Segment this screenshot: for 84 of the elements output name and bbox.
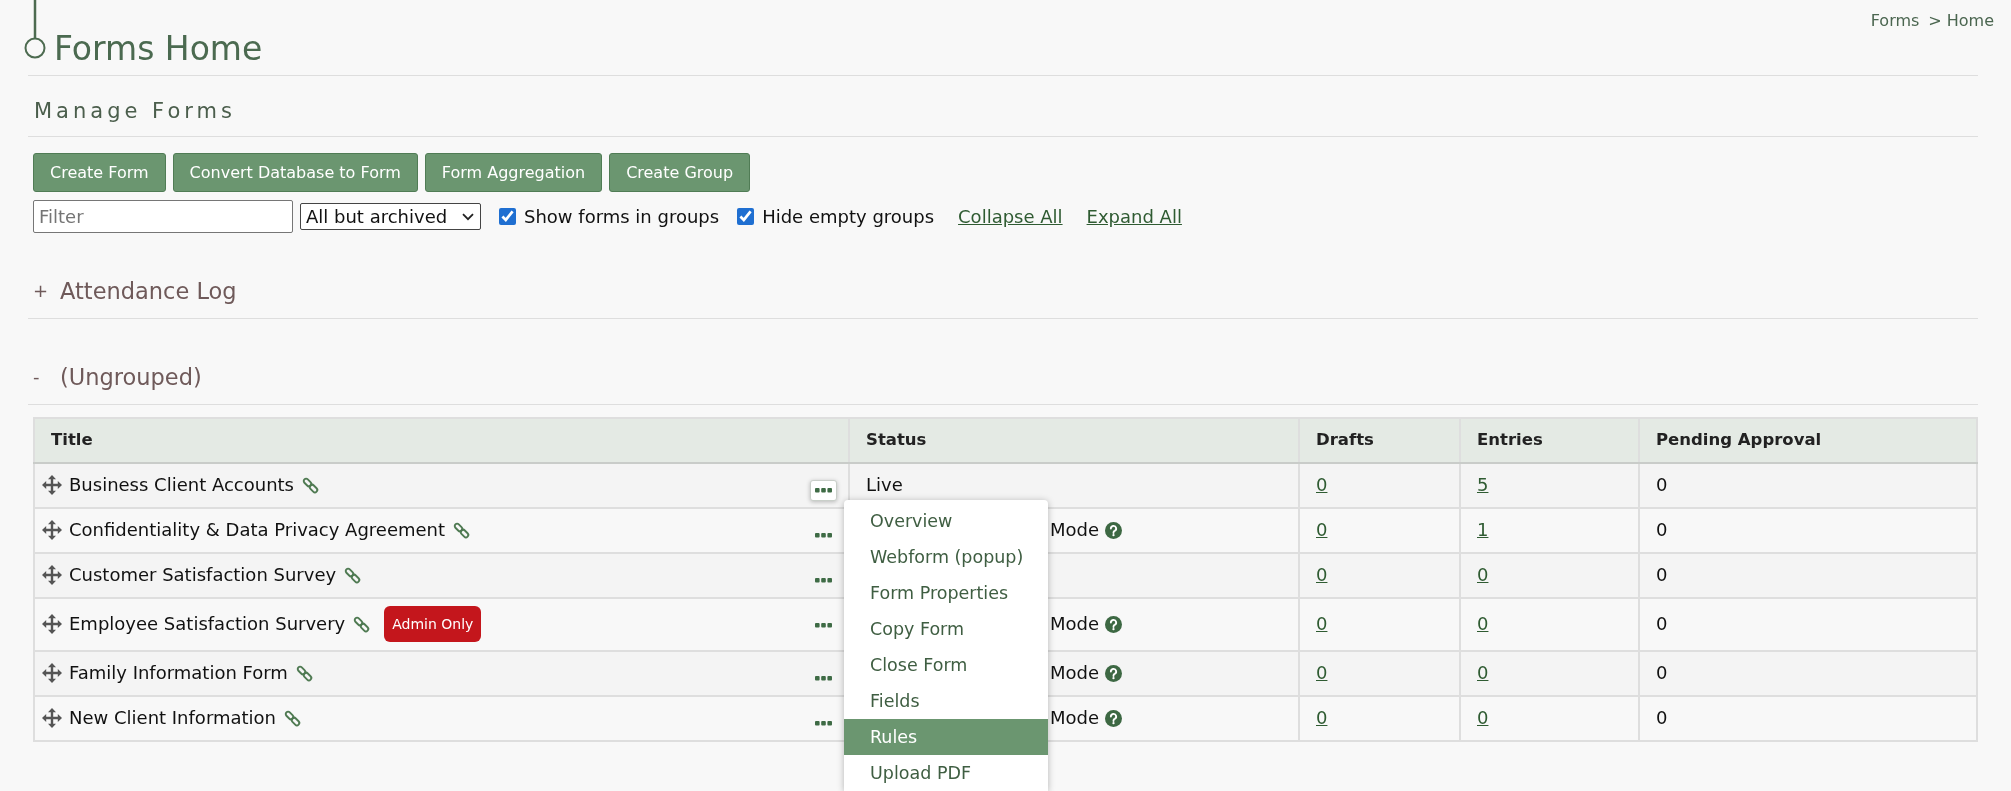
breadcrumb-separator: > [1928, 10, 1942, 32]
group-title[interactable]: Attendance Log [60, 276, 237, 306]
move-icon[interactable] [42, 475, 62, 495]
pending-count: 0 [1656, 519, 1668, 540]
text-link[interactable]: Collapse All [958, 206, 1063, 227]
form-title: Employee Satisfaction Survery [69, 612, 346, 636]
link-icon[interactable] [452, 520, 472, 540]
help-icon[interactable] [1105, 709, 1123, 727]
ellipsis-icon [815, 578, 832, 583]
move-icon[interactable] [42, 520, 62, 540]
entries-link[interactable]: 0 [1477, 613, 1489, 634]
ellipsis-icon [815, 676, 832, 681]
checkbox[interactable] [737, 208, 755, 225]
move-icon[interactable] [42, 708, 62, 728]
menu-item[interactable]: Upload PDF [844, 755, 1048, 791]
breadcrumb-link[interactable]: Forms [1870, 10, 1920, 32]
drafts-link[interactable]: 0 [1316, 662, 1328, 683]
link-icon[interactable] [352, 614, 372, 634]
checkbox-label[interactable]: Show forms in groups [524, 206, 720, 227]
entries-link[interactable]: 0 [1477, 662, 1489, 683]
column-header: Pending Approval [1639, 418, 1977, 463]
form-title: Business Client Accounts [69, 473, 294, 497]
move-icon[interactable] [42, 663, 62, 683]
group-title[interactable]: (Ungrouped) [60, 362, 202, 392]
status-text: Mode [1050, 518, 1100, 542]
filter-field[interactable]: Filter [33, 200, 293, 233]
section-heading: Manage Forms [34, 99, 236, 123]
pending-count: 0 [1656, 613, 1668, 634]
help-icon[interactable] [1105, 664, 1123, 682]
entries-link[interactable]: 0 [1477, 564, 1489, 585]
text-link[interactable]: Expand All [1086, 206, 1182, 227]
drafts-link[interactable]: 0 [1316, 707, 1328, 728]
menu-item[interactable]: Close Form [844, 647, 1048, 683]
column-header: Status [849, 418, 1299, 463]
ellipsis-icon [815, 623, 832, 628]
pending-count: 0 [1656, 707, 1668, 728]
checkbox-label[interactable]: Hide empty groups [762, 206, 935, 227]
link-icon[interactable] [343, 565, 363, 585]
group-toggle[interactable]: + [33, 276, 60, 306]
link-icon[interactable] [301, 475, 320, 495]
menu-item[interactable]: Overview [844, 503, 1048, 539]
checkbox[interactable] [499, 208, 516, 225]
column-header: Drafts [1299, 418, 1460, 463]
form-title: New Client Information [69, 706, 276, 730]
link-icon[interactable] [294, 663, 314, 683]
status-text: Live [866, 473, 903, 497]
entries-link[interactable]: 1 [1477, 519, 1489, 540]
form-title: Customer Satisfaction Survey [69, 563, 337, 587]
form-title: Confidentiality & Data Privacy Agreement [69, 518, 446, 542]
link-icon[interactable] [283, 708, 302, 728]
access-badge: Admin Only [384, 606, 482, 642]
help-icon[interactable] [1105, 615, 1123, 633]
page-title: Forms Home [54, 29, 263, 70]
more-actions-button[interactable] [810, 480, 837, 501]
help-icon[interactable] [1105, 521, 1123, 539]
entries-link[interactable]: 0 [1477, 707, 1489, 728]
ellipsis-icon [815, 488, 832, 493]
pending-count: 0 [1656, 474, 1668, 495]
form-title: Family Information Form [69, 661, 288, 685]
move-icon[interactable] [42, 614, 62, 634]
status-text: Mode [1050, 706, 1100, 730]
menu-item[interactable]: Form Properties [844, 575, 1048, 611]
menu-item[interactable]: Copy Form [844, 611, 1048, 647]
entries-link[interactable]: 5 [1477, 474, 1489, 495]
column-header: Entries [1460, 418, 1639, 463]
ellipsis-icon [815, 721, 832, 726]
drafts-link[interactable]: 0 [1316, 564, 1328, 585]
column-header: Title [34, 418, 849, 463]
chevron-down-icon [462, 212, 474, 221]
pending-count: 0 [1656, 564, 1668, 585]
status-dropdown[interactable]: All but archived [300, 203, 481, 230]
group-toggle[interactable]: - [33, 362, 60, 392]
drafts-link[interactable]: 0 [1316, 474, 1328, 495]
circle-marker-icon [24, 0, 46, 59]
pending-count: 0 [1656, 662, 1668, 683]
drafts-link[interactable]: 0 [1316, 519, 1328, 540]
status-text: Mode [1050, 661, 1100, 685]
ellipsis-icon [815, 533, 832, 538]
status-text: Mode [1050, 612, 1100, 636]
drafts-link[interactable]: 0 [1316, 613, 1328, 634]
breadcrumb-current: Home [1946, 10, 1994, 32]
move-icon[interactable] [42, 565, 62, 585]
menu-item[interactable]: Fields [844, 683, 1048, 719]
menu-item[interactable]: Webform (popup) [844, 539, 1048, 575]
